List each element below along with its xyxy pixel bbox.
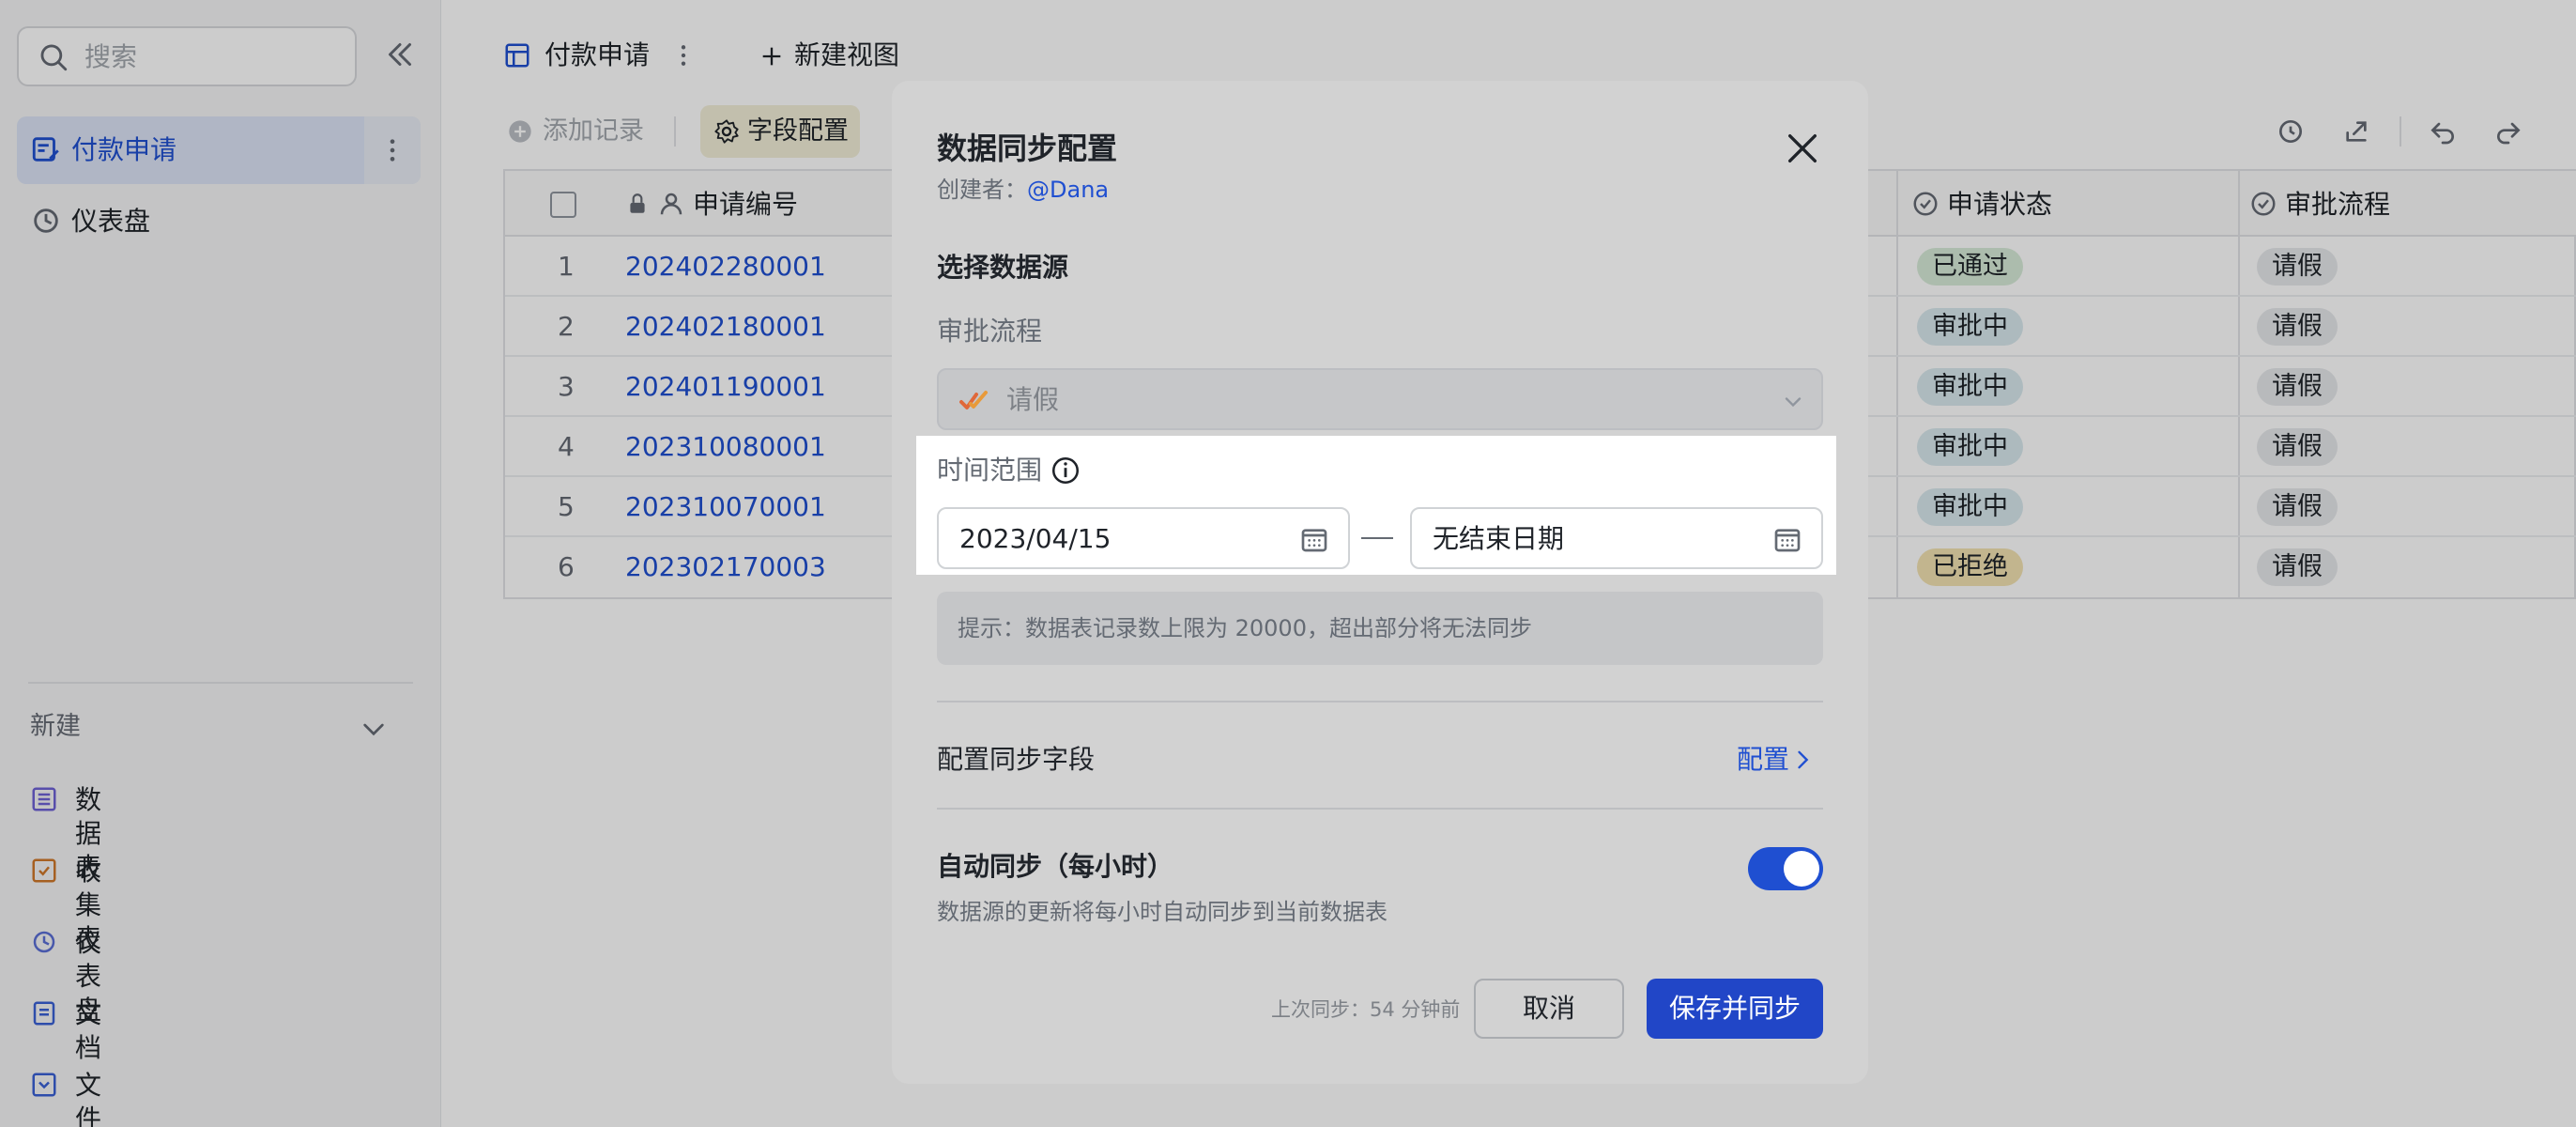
end-date-value: 无结束日期 bbox=[1433, 523, 1565, 554]
calendar-icon[interactable] bbox=[1772, 524, 1802, 554]
last-sync-text: 上次同步：54 分钟前 bbox=[1271, 998, 1461, 1021]
time-range-section: 时间范围 2023/04/15 无结束日期 bbox=[916, 436, 1836, 575]
calendar-icon[interactable] bbox=[1299, 524, 1329, 554]
toggle-knob bbox=[1784, 851, 1819, 887]
dialog-title: 数据同步配置 bbox=[937, 131, 1118, 166]
start-date-input[interactable]: 2023/04/15 bbox=[937, 507, 1350, 569]
info-icon[interactable] bbox=[1050, 455, 1081, 486]
auto-sync-description: 数据源的更新将每小时自动同步到当前数据表 bbox=[937, 899, 1388, 925]
creator-prefix: 创建者： bbox=[937, 177, 1027, 203]
chevron-down-icon bbox=[1785, 397, 1802, 408]
end-date-input[interactable]: 无结束日期 bbox=[1410, 507, 1823, 569]
section-divider bbox=[937, 701, 1823, 702]
time-range-label: 时间范围 bbox=[937, 455, 1043, 486]
config-fields-link[interactable]: 配置 bbox=[1737, 742, 1789, 778]
auto-sync-label: 自动同步（每小时） bbox=[937, 851, 1174, 882]
config-fields-label: 配置同步字段 bbox=[937, 744, 1096, 775]
source-section-label: 选择数据源 bbox=[937, 252, 1069, 283]
record-limit-hint: 提示：数据表记录数上限为 20000，超出部分将无法同步 bbox=[937, 592, 1823, 665]
approval-app-icon bbox=[959, 391, 988, 409]
creator-line: 创建者：@Dana bbox=[937, 175, 1109, 205]
data-sync-config-dialog: 数据同步配置 创建者：@Dana 选择数据源 审批流程 请假 时间范围 2023… bbox=[892, 81, 1868, 1084]
flow-select[interactable]: 请假 bbox=[937, 368, 1823, 430]
close-icon[interactable] bbox=[1784, 130, 1821, 167]
chevron-right-icon[interactable] bbox=[1789, 746, 1816, 774]
creator-mention[interactable]: @Dana bbox=[1027, 177, 1109, 203]
section-divider bbox=[937, 808, 1823, 810]
hint-text: 提示：数据表记录数上限为 20000，超出部分将无法同步 bbox=[958, 615, 1532, 641]
save-and-sync-button[interactable]: 保存并同步 bbox=[1647, 979, 1823, 1039]
cancel-button[interactable]: 取消 bbox=[1474, 979, 1624, 1039]
auto-sync-toggle[interactable] bbox=[1748, 847, 1823, 890]
date-range-separator bbox=[1361, 537, 1393, 539]
start-date-value: 2023/04/15 bbox=[959, 523, 1112, 554]
flow-field-label: 审批流程 bbox=[937, 316, 1043, 347]
flow-select-value: 请假 bbox=[1006, 384, 1060, 415]
